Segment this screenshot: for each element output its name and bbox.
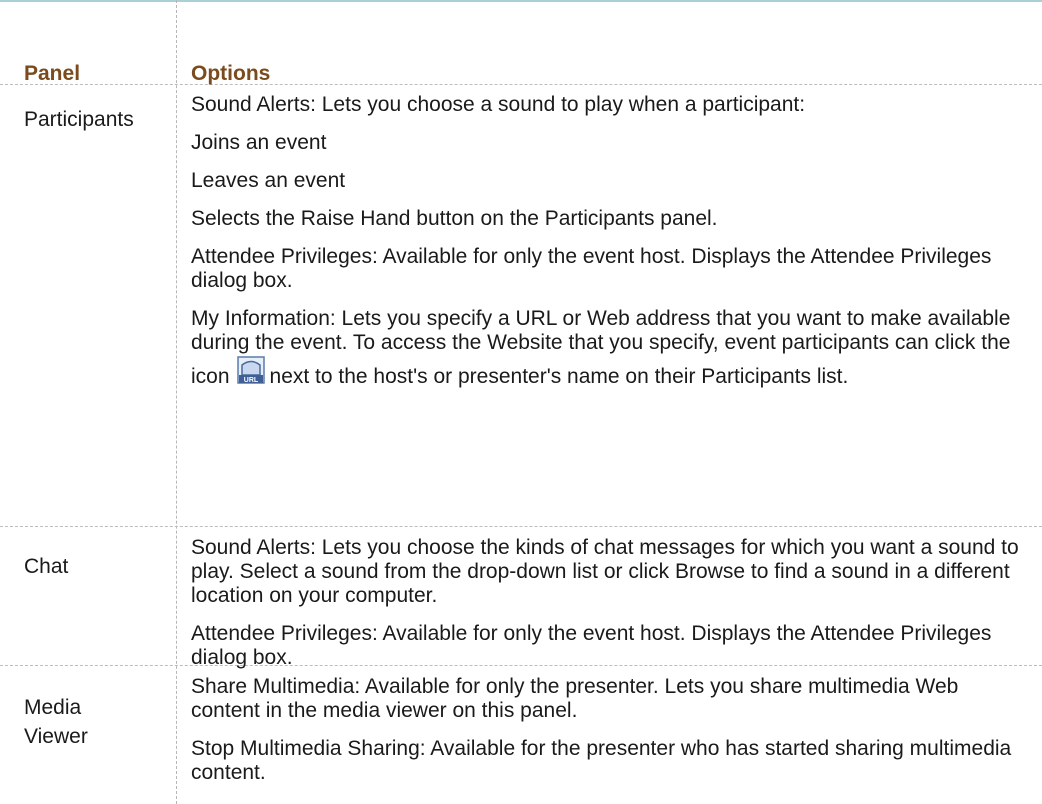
options-cell: Sound Alerts: Lets you choose the kinds … — [191, 536, 1021, 684]
url-icon: URL — [236, 356, 265, 384]
svg-text:URL: URL — [243, 377, 258, 384]
option-text: Sound Alerts: Lets you choose a sound to… — [191, 93, 806, 116]
table-row-participants: Participants Sound Alerts: Lets you choo… — [0, 85, 1042, 527]
my-info-text-2: next to the host's or presenter's name o… — [269, 365, 849, 388]
table-header: Panel Options — [0, 34, 1042, 85]
panel-name: Media Viewer — [24, 696, 88, 748]
option-text: Share Multimedia: Available for only the… — [191, 675, 959, 722]
header-options: Options — [191, 62, 271, 85]
option-text: Leaves an event — [191, 169, 346, 192]
top-rule — [0, 0, 1042, 2]
header-panel: Panel — [24, 62, 81, 85]
panel-name: Chat — [24, 555, 69, 578]
options-cell: Share Multimedia: Available for only the… — [191, 675, 1021, 799]
option-text: Joins an event — [191, 131, 327, 154]
option-text: Stop Multimedia Sharing: Available for t… — [191, 737, 1012, 784]
option-text: Attendee Privileges: Available for only … — [191, 245, 992, 292]
table-row-chat: Chat Sound Alerts: Lets you choose the k… — [0, 527, 1042, 669]
options-cell: Sound Alerts: Lets you choose a sound to… — [191, 93, 1021, 403]
option-my-information: My Information: Lets you specify a URL o… — [191, 307, 1021, 389]
option-text: Sound Alerts: Lets you choose the kinds … — [191, 536, 1019, 607]
table-row-media-viewer: Media Viewer Share Multimedia: Available… — [0, 666, 1042, 804]
option-text: Attendee Privileges: Available for only … — [191, 622, 992, 669]
option-text: Selects the Raise Hand button on the Par… — [191, 207, 718, 230]
panel-name: Participants — [24, 108, 134, 131]
